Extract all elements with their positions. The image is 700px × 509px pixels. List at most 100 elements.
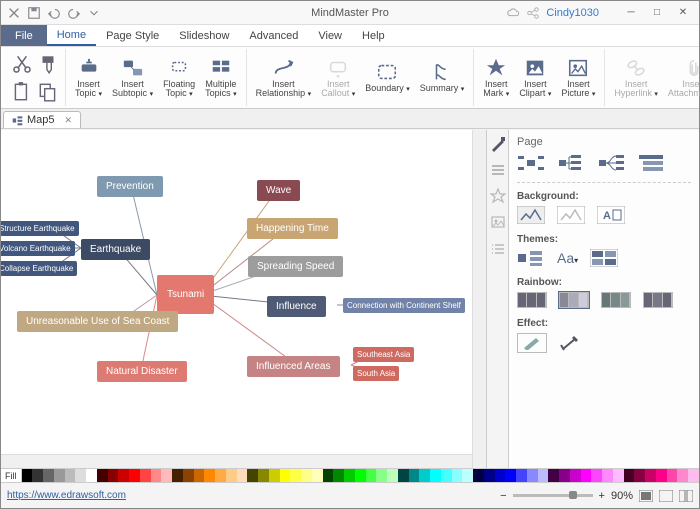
zoom-in-button[interactable]: + <box>599 490 605 502</box>
ribbon-boundary-[interactable]: Boundary ▾ <box>360 50 415 106</box>
node-wave[interactable]: Wave <box>257 180 300 201</box>
doc-tab-map5[interactable]: Map5 ✕ <box>3 111 81 128</box>
sidetab-outline-icon[interactable] <box>490 162 506 178</box>
effect-1[interactable] <box>517 333 547 353</box>
view-mode-2-icon[interactable] <box>659 490 673 502</box>
save-icon[interactable] <box>27 6 41 20</box>
color-swatch[interactable] <box>538 469 549 482</box>
color-swatch[interactable] <box>280 469 291 482</box>
color-swatch[interactable] <box>215 469 226 482</box>
color-swatch[interactable] <box>301 469 312 482</box>
color-swatch[interactable] <box>129 469 140 482</box>
color-swatch[interactable] <box>366 469 377 482</box>
color-swatch[interactable] <box>290 469 301 482</box>
color-swatch[interactable] <box>441 469 452 482</box>
ribbon-multiple-topics[interactable]: Multiple Topics ▾ <box>200 50 242 106</box>
theme-opt-3[interactable] <box>590 249 618 267</box>
color-swatch[interactable] <box>43 469 54 482</box>
ribbon-insert-picture[interactable]: Insert Picture ▾ <box>556 50 600 106</box>
color-swatch[interactable] <box>656 469 667 482</box>
node-continent[interactable]: Connection with Continent Shelf <box>343 298 465 313</box>
color-swatch[interactable] <box>570 469 581 482</box>
view-mode-3-icon[interactable] <box>679 490 693 502</box>
color-swatch[interactable] <box>22 469 33 482</box>
layout-opt-2[interactable] <box>557 154 585 172</box>
color-swatch[interactable] <box>172 469 183 482</box>
color-swatch[interactable] <box>387 469 398 482</box>
color-swatch[interactable] <box>108 469 119 482</box>
close-button[interactable]: ✕ <box>671 4 695 22</box>
color-swatch[interactable] <box>355 469 366 482</box>
color-swatch[interactable] <box>688 469 699 482</box>
theme-opt-2[interactable]: Aa▾ <box>557 250 578 266</box>
color-swatch[interactable] <box>495 469 506 482</box>
color-swatch[interactable] <box>226 469 237 482</box>
node-spreading[interactable]: Spreading Speed <box>248 256 343 277</box>
layout-opt-4[interactable] <box>637 154 665 172</box>
color-swatch[interactable] <box>312 469 323 482</box>
bg-opt-3[interactable]: A <box>597 206 625 224</box>
scrollbar-vertical[interactable] <box>472 130 486 468</box>
node-influence[interactable]: Influence <box>267 296 326 317</box>
color-swatch[interactable] <box>75 469 86 482</box>
color-swatch[interactable] <box>484 469 495 482</box>
color-swatch[interactable] <box>344 469 355 482</box>
rainbow-2[interactable] <box>559 292 589 308</box>
color-swatch[interactable] <box>269 469 280 482</box>
qat-more-icon[interactable] <box>87 6 101 20</box>
doc-tab-close-icon[interactable]: ✕ <box>65 115 73 126</box>
color-swatch[interactable] <box>591 469 602 482</box>
color-swatch[interactable] <box>151 469 162 482</box>
ribbon-floating-topic[interactable]: Floating Topic ▾ <box>158 50 200 106</box>
color-swatch[interactable] <box>194 469 205 482</box>
color-swatch[interactable] <box>602 469 613 482</box>
color-swatch[interactable] <box>473 469 484 482</box>
tab-home[interactable]: Home <box>47 25 96 46</box>
color-swatch[interactable] <box>409 469 420 482</box>
effect-2[interactable] <box>559 335 579 351</box>
paste-icon[interactable] <box>11 81 33 103</box>
node-struct[interactable]: Structure Earthquake <box>1 221 79 236</box>
color-swatch[interactable] <box>323 469 334 482</box>
color-swatch[interactable] <box>624 469 635 482</box>
undo-icon[interactable] <box>47 6 61 20</box>
node-areas[interactable]: Influenced Areas <box>247 356 340 377</box>
color-swatch[interactable] <box>140 469 151 482</box>
bg-opt-2[interactable] <box>557 206 585 224</box>
color-swatch[interactable] <box>247 469 258 482</box>
node-volcano[interactable]: Volcano Earthquake <box>1 241 75 256</box>
color-swatch[interactable] <box>527 469 538 482</box>
color-swatch[interactable] <box>559 469 570 482</box>
color-swatch[interactable] <box>613 469 624 482</box>
node-collapse[interactable]: Collapse Earthquake <box>1 261 77 276</box>
cloud-icon[interactable] <box>506 6 520 20</box>
layout-opt-3[interactable] <box>597 154 625 172</box>
color-swatch[interactable] <box>32 469 43 482</box>
scrollbar-horizontal[interactable] <box>1 454 472 468</box>
sidetab-format-icon[interactable] <box>490 136 506 152</box>
node-disaster[interactable]: Natural Disaster <box>97 361 187 382</box>
palette-colors[interactable] <box>22 469 700 482</box>
color-swatch[interactable] <box>333 469 344 482</box>
color-swatch[interactable] <box>667 469 678 482</box>
zoom-slider[interactable] <box>513 494 593 497</box>
bg-opt-1[interactable] <box>517 206 545 224</box>
color-swatch[interactable] <box>634 469 645 482</box>
color-swatch[interactable] <box>419 469 430 482</box>
color-swatch[interactable] <box>86 469 97 482</box>
color-swatch[interactable] <box>581 469 592 482</box>
color-swatch[interactable] <box>645 469 656 482</box>
minimize-button[interactable]: ─ <box>619 4 643 22</box>
node-prevention[interactable]: Prevention <box>97 176 163 197</box>
sidetab-icons-icon[interactable] <box>490 188 506 204</box>
tab-slideshow[interactable]: Slideshow <box>169 25 239 46</box>
node-se-asia[interactable]: Southeast Asia <box>353 347 414 362</box>
color-swatch[interactable] <box>54 469 65 482</box>
rainbow-1[interactable] <box>517 292 547 308</box>
node-earthquake[interactable]: Earthquake <box>81 239 150 260</box>
rainbow-4[interactable] <box>643 292 673 308</box>
node-s-asia[interactable]: South Asia <box>353 366 399 381</box>
node-center[interactable]: Tsunami <box>157 275 214 314</box>
color-swatch[interactable] <box>118 469 129 482</box>
cut-icon[interactable] <box>11 53 33 75</box>
